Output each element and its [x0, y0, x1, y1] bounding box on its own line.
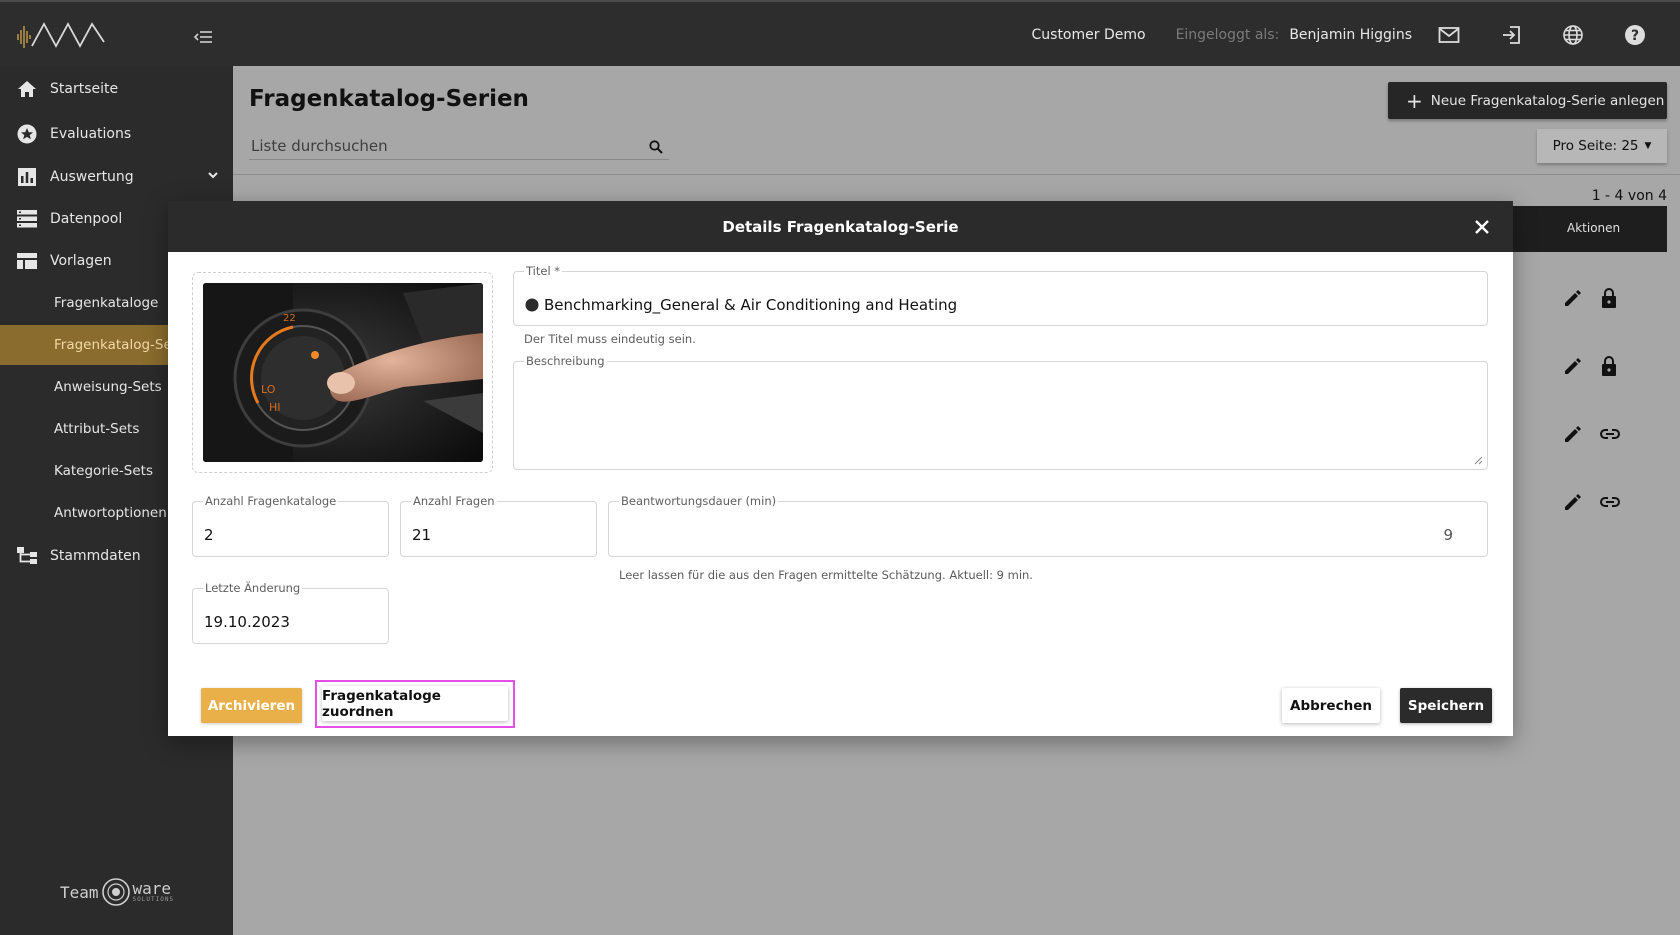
app-logo[interactable] [16, 20, 106, 54]
home-icon [16, 78, 38, 100]
lock-icon[interactable] [1599, 355, 1623, 379]
sidebar-item-label: Vorlagen [50, 253, 112, 269]
table-row [1507, 469, 1667, 537]
new-series-label: Neue Fragenkatalog-Serie anlegen [1430, 92, 1665, 109]
search-bar [249, 134, 669, 160]
series-image-dropzone[interactable]: HI LO 22 [192, 272, 493, 473]
sidebar-item-label: Anweisung-Sets [54, 379, 162, 395]
svg-text:?: ? [1631, 28, 1639, 44]
sidebar-item-label: Startseite [50, 81, 119, 97]
user-name[interactable]: Benjamin Higgins [1289, 27, 1412, 43]
resize-handle-icon[interactable] [1473, 455, 1483, 465]
footer-logo-left: Team [60, 882, 99, 902]
duration-hint: Leer lassen für die aus den Fragen ermit… [619, 568, 1033, 582]
hierarchy-icon [16, 545, 38, 567]
edit-icon[interactable] [1562, 491, 1586, 515]
assign-catalogs-button[interactable]: Fragenkataloge zuordnen [322, 686, 508, 721]
search-input[interactable] [249, 134, 639, 158]
footer-logo-small: SOLUTIONS [132, 896, 175, 903]
logged-in-label: Eingeloggt als: [1175, 27, 1280, 43]
sidebar-item-label: Antwortoptionen [54, 505, 167, 521]
mail-icon[interactable] [1434, 20, 1464, 50]
save-button[interactable]: Speichern [1400, 688, 1492, 723]
catalog-count-label: Anzahl Fragenkataloge [203, 494, 339, 508]
title-label: Titel * [524, 264, 563, 278]
svg-text:LO: LO [261, 383, 276, 396]
sidebar-item-evaluations[interactable]: Evaluations [0, 114, 233, 154]
caret-down-icon: ▼ [1644, 141, 1652, 151]
plus-icon: + [1406, 88, 1423, 113]
column-header-actions: Aktionen [1567, 221, 1621, 235]
duration-value: 9 [1443, 526, 1453, 544]
duration-label: Beantwortungsdauer (min) [619, 494, 779, 508]
search-icon[interactable] [649, 139, 663, 158]
help-icon[interactable]: ? [1620, 20, 1650, 50]
sidebar-item-auswertung[interactable]: Auswertung [0, 157, 233, 197]
series-image: HI LO 22 [203, 283, 483, 462]
star-icon [16, 123, 38, 145]
chevron-down-icon[interactable] [207, 169, 219, 185]
title-value-wrap: Benchmarking_General & Air Conditioning … [525, 296, 957, 314]
new-series-button[interactable]: + Neue Fragenkatalog-Serie anlegen [1388, 82, 1667, 119]
sidebar-item-startseite[interactable]: Startseite [0, 69, 233, 109]
edit-icon[interactable] [1562, 355, 1586, 379]
paging-info: 1 - 4 von 4 [1591, 188, 1667, 204]
last-change-value: 19.10.2023 [204, 613, 290, 631]
last-change-field: Letzte Änderung 19.10.2023 [192, 581, 389, 644]
sidebar-collapse-button[interactable] [192, 28, 216, 46]
per-page-label: Pro Seite: 25 [1552, 138, 1639, 154]
template-icon [16, 250, 38, 272]
edit-icon[interactable] [1562, 423, 1586, 447]
database-icon [16, 208, 38, 230]
table-row [1507, 401, 1667, 469]
sidebar-item-label: Datenpool [50, 211, 123, 227]
bar-chart-icon [16, 166, 38, 188]
close-icon[interactable] [1471, 216, 1493, 238]
catalog-count-field[interactable]: Anzahl Fragenkataloge 2 [192, 494, 389, 557]
last-change-label: Letzte Änderung [203, 581, 303, 595]
title-hint: Der Titel muss eindeutig sein. [524, 332, 696, 346]
sidebar-item-label: Attribut-Sets [54, 421, 140, 437]
page-title: Fragenkatalog-Serien [249, 86, 529, 112]
sidebar-item-label: Stammdaten [50, 548, 141, 564]
per-page-select[interactable]: Pro Seite: 25 ▼ [1537, 129, 1667, 163]
title-field[interactable]: Titel * Benchmarking_General & Air Condi… [513, 264, 1488, 326]
link-icon[interactable] [1599, 491, 1623, 515]
svg-text:HI: HI [269, 401, 281, 414]
table-row [1507, 265, 1667, 333]
dialog-header: Details Fragenkatalog-Serie [168, 201, 1513, 252]
question-count-field[interactable]: Anzahl Fragen 21 [400, 494, 597, 557]
teamware-emblem-icon [101, 878, 130, 906]
status-dot-icon [525, 298, 539, 312]
title-value: Benchmarking_General & Air Conditioning … [544, 296, 958, 314]
top-bar: Customer Demo Eingeloggt als: Benjamin H… [0, 0, 1680, 66]
sidebar-item-label: Kategorie-Sets [54, 463, 153, 479]
footer-logo-right: ware [132, 879, 172, 898]
table-header: Aktionen [1507, 206, 1667, 252]
details-dialog: Details Fragenkatalog-Serie HI LO 22 Tit… [168, 201, 1513, 736]
teamware-logo: Team ware SOLUTIONS [60, 877, 174, 907]
catalog-count-value: 2 [204, 526, 214, 544]
table-row [1507, 333, 1667, 401]
question-count-value: 21 [412, 526, 432, 544]
duration-field[interactable]: Beantwortungsdauer (min) 9 [608, 494, 1488, 557]
description-field[interactable]: Beschreibung [513, 354, 1488, 470]
lock-icon[interactable] [1599, 287, 1623, 311]
dialog-title: Details Fragenkatalog-Serie [722, 217, 959, 236]
tenant-name[interactable]: Customer Demo [1032, 27, 1146, 43]
sidebar-item-label: Auswertung [50, 169, 134, 185]
link-icon[interactable] [1599, 423, 1623, 447]
sidebar-item-label: Evaluations [50, 126, 132, 142]
edit-icon[interactable] [1562, 287, 1586, 311]
divider [233, 174, 1680, 175]
globe-icon[interactable] [1558, 20, 1588, 50]
svg-text:22: 22 [283, 313, 296, 324]
archive-button[interactable]: Archivieren [201, 688, 302, 723]
sidebar-item-label: Fragenkataloge [54, 295, 159, 311]
cancel-button[interactable]: Abbrechen [1282, 688, 1380, 723]
question-count-label: Anzahl Fragen [411, 494, 497, 508]
logout-icon[interactable] [1496, 20, 1526, 50]
description-label: Beschreibung [524, 354, 607, 368]
